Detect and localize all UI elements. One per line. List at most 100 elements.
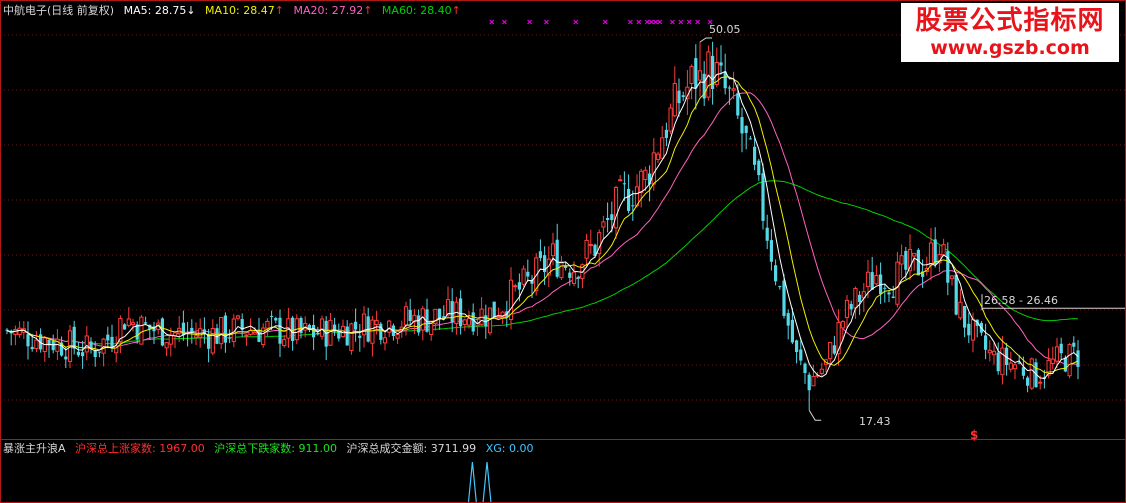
candle-body-up <box>1000 347 1005 376</box>
xg-value: 0.00 <box>508 442 534 455</box>
candle-body-down <box>1072 342 1076 347</box>
candle-body-up <box>1050 358 1055 365</box>
candle-body-up <box>235 315 241 319</box>
signal-x-icon <box>644 19 650 25</box>
candle-body-up <box>374 320 379 326</box>
up-count-readout: 沪深总上涨家数: 1967.00 <box>75 442 205 455</box>
candle-body-up <box>588 244 593 247</box>
ma10-path <box>6 76 1079 374</box>
candle-body-down <box>30 346 34 350</box>
candle-body-up <box>403 306 409 326</box>
ma20-value: 27.92 <box>331 4 364 17</box>
candle-body-up <box>382 337 388 344</box>
candle-body-up <box>387 320 392 333</box>
candle-body-down <box>627 188 631 211</box>
turnover-readout: 沪深总成交金额: 3711.99 <box>346 442 476 455</box>
indicator-name: 暴涨主升浪A <box>3 442 66 455</box>
candle-body-down <box>694 58 698 89</box>
candle-body-down <box>135 324 139 340</box>
candle-body-down <box>740 117 744 134</box>
ma5-value: 28.75 <box>154 4 187 17</box>
signal-x-icon <box>695 19 701 25</box>
ma5-label: MA5: <box>123 4 152 17</box>
candle-body-down <box>568 272 572 278</box>
candle-body-down <box>408 309 412 322</box>
price-gridlines <box>0 34 1126 401</box>
candle-body-down <box>106 334 110 341</box>
candle-body-up <box>210 327 215 354</box>
candle-body-up <box>840 321 845 329</box>
candle-body-down <box>786 313 790 326</box>
candle-body-up <box>1012 364 1018 370</box>
ma10-value: 28.47 <box>243 4 275 17</box>
xg-spike <box>467 461 477 503</box>
candle-body-down <box>664 129 668 138</box>
candle-body-down <box>274 318 278 321</box>
candle-body-up <box>811 376 816 387</box>
down-count-label: 沪深总下跌家数: <box>214 442 295 455</box>
high-leader-line <box>699 37 712 43</box>
signal-x-icon <box>653 19 659 25</box>
ma10-label: MA10: <box>205 4 240 17</box>
candle-body-down <box>270 315 274 317</box>
ma5-arrow-icon: ↓ <box>186 4 196 17</box>
range-price-label: 26.58 - 26.46 <box>984 294 1058 307</box>
candle-body-up <box>244 334 249 337</box>
candle-body-up <box>613 186 619 229</box>
candle-body-up <box>496 315 501 318</box>
candle-body-up <box>462 319 467 325</box>
candle-body-up <box>513 285 518 288</box>
watermark-url: www.gszb.com <box>930 37 1090 59</box>
candle-body-up <box>265 320 270 329</box>
candle-body-down <box>832 345 836 354</box>
ma60-readout: MA60: 28.40↑ <box>382 4 461 17</box>
candle-body-down <box>891 296 895 298</box>
signal-x-icon <box>489 19 495 25</box>
candle-body-down <box>144 322 148 324</box>
sub-chart <box>467 461 492 503</box>
candle-body-up <box>970 318 976 341</box>
chart-frame <box>0 0 1126 503</box>
candle-body-up <box>660 137 665 159</box>
signal-dollar-icon: $ <box>970 428 979 442</box>
candle-body-up <box>101 338 106 354</box>
candle-body-down <box>795 340 799 352</box>
candle-body-up <box>672 82 677 117</box>
candle-body-down <box>681 95 685 98</box>
candle-body-up <box>987 349 992 354</box>
candle-body-down <box>631 205 635 207</box>
signal-x-icon <box>602 19 608 25</box>
ma20-path <box>6 92 1079 366</box>
candle-body-up <box>1029 358 1034 389</box>
candle-body-down <box>778 286 782 288</box>
watermark-logo: 股票公式指标网 www.gszb.com <box>901 3 1119 62</box>
candle-body-down <box>1059 343 1063 354</box>
candle-body-up <box>584 239 589 259</box>
candle-body-down <box>887 292 891 295</box>
candle-body-up <box>559 261 564 279</box>
candle-body-up <box>1067 344 1072 377</box>
candle-body-down <box>790 319 794 343</box>
candle-body-down <box>748 138 752 140</box>
candle-body-up <box>912 252 917 257</box>
xg-label: XG: <box>485 442 506 455</box>
down-count-readout: 沪深总下跌家数: 911.00 <box>214 442 337 455</box>
candle-body-down <box>984 335 988 350</box>
ma10-arrow-icon: ↑ <box>274 4 284 17</box>
candle-body-down <box>782 280 786 316</box>
candle-body-down <box>459 298 463 327</box>
candle-body-down <box>870 272 874 290</box>
candle-body-down <box>97 351 101 353</box>
ma20-readout: MA20: 27.92↑ <box>293 4 372 17</box>
candle-body-up <box>668 107 673 132</box>
candle-body-up <box>445 299 451 316</box>
candle-body-down <box>719 62 723 66</box>
candle-body-down <box>576 277 580 279</box>
candle-body-up <box>193 335 199 338</box>
candle-body-down <box>123 324 127 330</box>
candle-body-down <box>849 303 853 310</box>
candle-body-down <box>228 337 232 339</box>
candle-body-down <box>190 327 194 333</box>
ma60-label: MA60: <box>381 4 417 17</box>
ma20-label: MA20: <box>293 4 329 17</box>
